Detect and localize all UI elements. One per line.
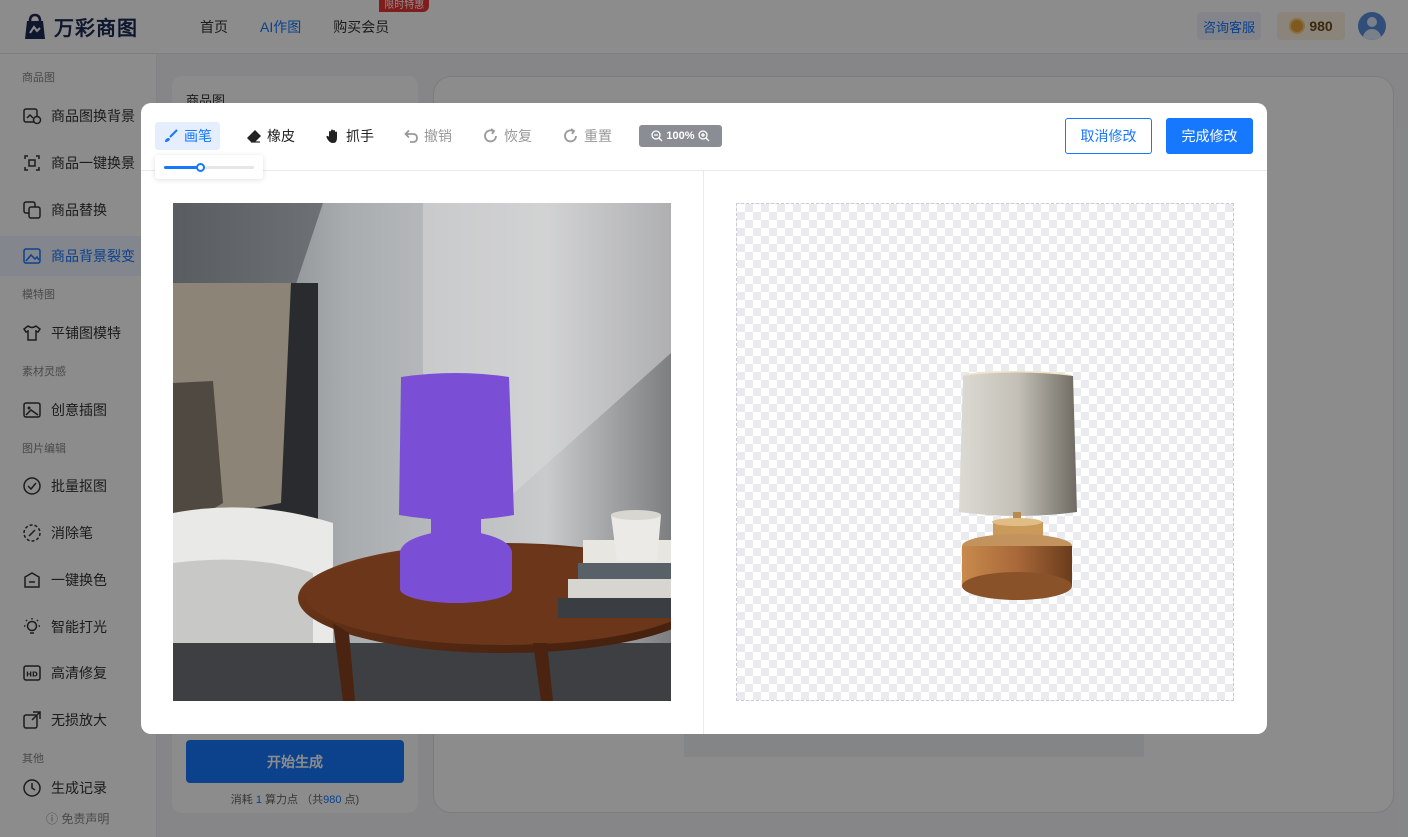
editor-toolbar: 画笔 橡皮 抓手 撤销 恢复 重置 100% 取消修改 完成修改: [141, 103, 1267, 171]
brush-label: 画笔: [184, 128, 212, 144]
zoom-control: 100%: [639, 125, 722, 147]
zoom-level: 100%: [666, 130, 695, 142]
redo-button[interactable]: 恢复: [475, 122, 540, 150]
finish-edit-button[interactable]: 完成修改: [1166, 118, 1253, 154]
hand-icon: [326, 129, 337, 143]
cutout-preview: [736, 203, 1234, 701]
hand-label: 抓手: [346, 128, 374, 144]
cancel-edit-button[interactable]: 取消修改: [1065, 118, 1152, 154]
redo-icon: [484, 128, 497, 143]
zoom-in-icon[interactable]: [697, 130, 710, 142]
hand-tool[interactable]: 抓手: [317, 122, 382, 150]
brush-tool[interactable]: 画笔: [155, 122, 220, 150]
brush-size-popover: [155, 155, 263, 179]
slider-fill: [164, 166, 200, 169]
pane-divider: [703, 171, 704, 734]
brush-size-slider[interactable]: [164, 163, 254, 172]
scene-image: [173, 203, 671, 701]
reset-icon: [564, 128, 577, 143]
undo-label: 撤销: [424, 128, 452, 144]
zoom-out-icon[interactable]: [651, 130, 663, 142]
eraser-tool[interactable]: 橡皮: [238, 122, 303, 150]
eraser-icon: [247, 130, 261, 143]
redo-label: 恢复: [504, 128, 532, 144]
brush-icon: [165, 129, 178, 142]
eraser-label: 橡皮: [267, 128, 295, 144]
lamp-cutout-image: [959, 371, 1077, 600]
undo-icon: [404, 129, 418, 143]
reset-button[interactable]: 重置: [555, 122, 620, 150]
mask-editor-modal: 画笔 橡皮 抓手 撤销 恢复 重置 100% 取消修改 完成修改: [141, 103, 1267, 734]
mask-canvas[interactable]: [173, 203, 671, 701]
reset-label: 重置: [584, 128, 612, 144]
undo-button[interactable]: 撤销: [395, 122, 460, 150]
slider-handle[interactable]: [196, 163, 205, 172]
